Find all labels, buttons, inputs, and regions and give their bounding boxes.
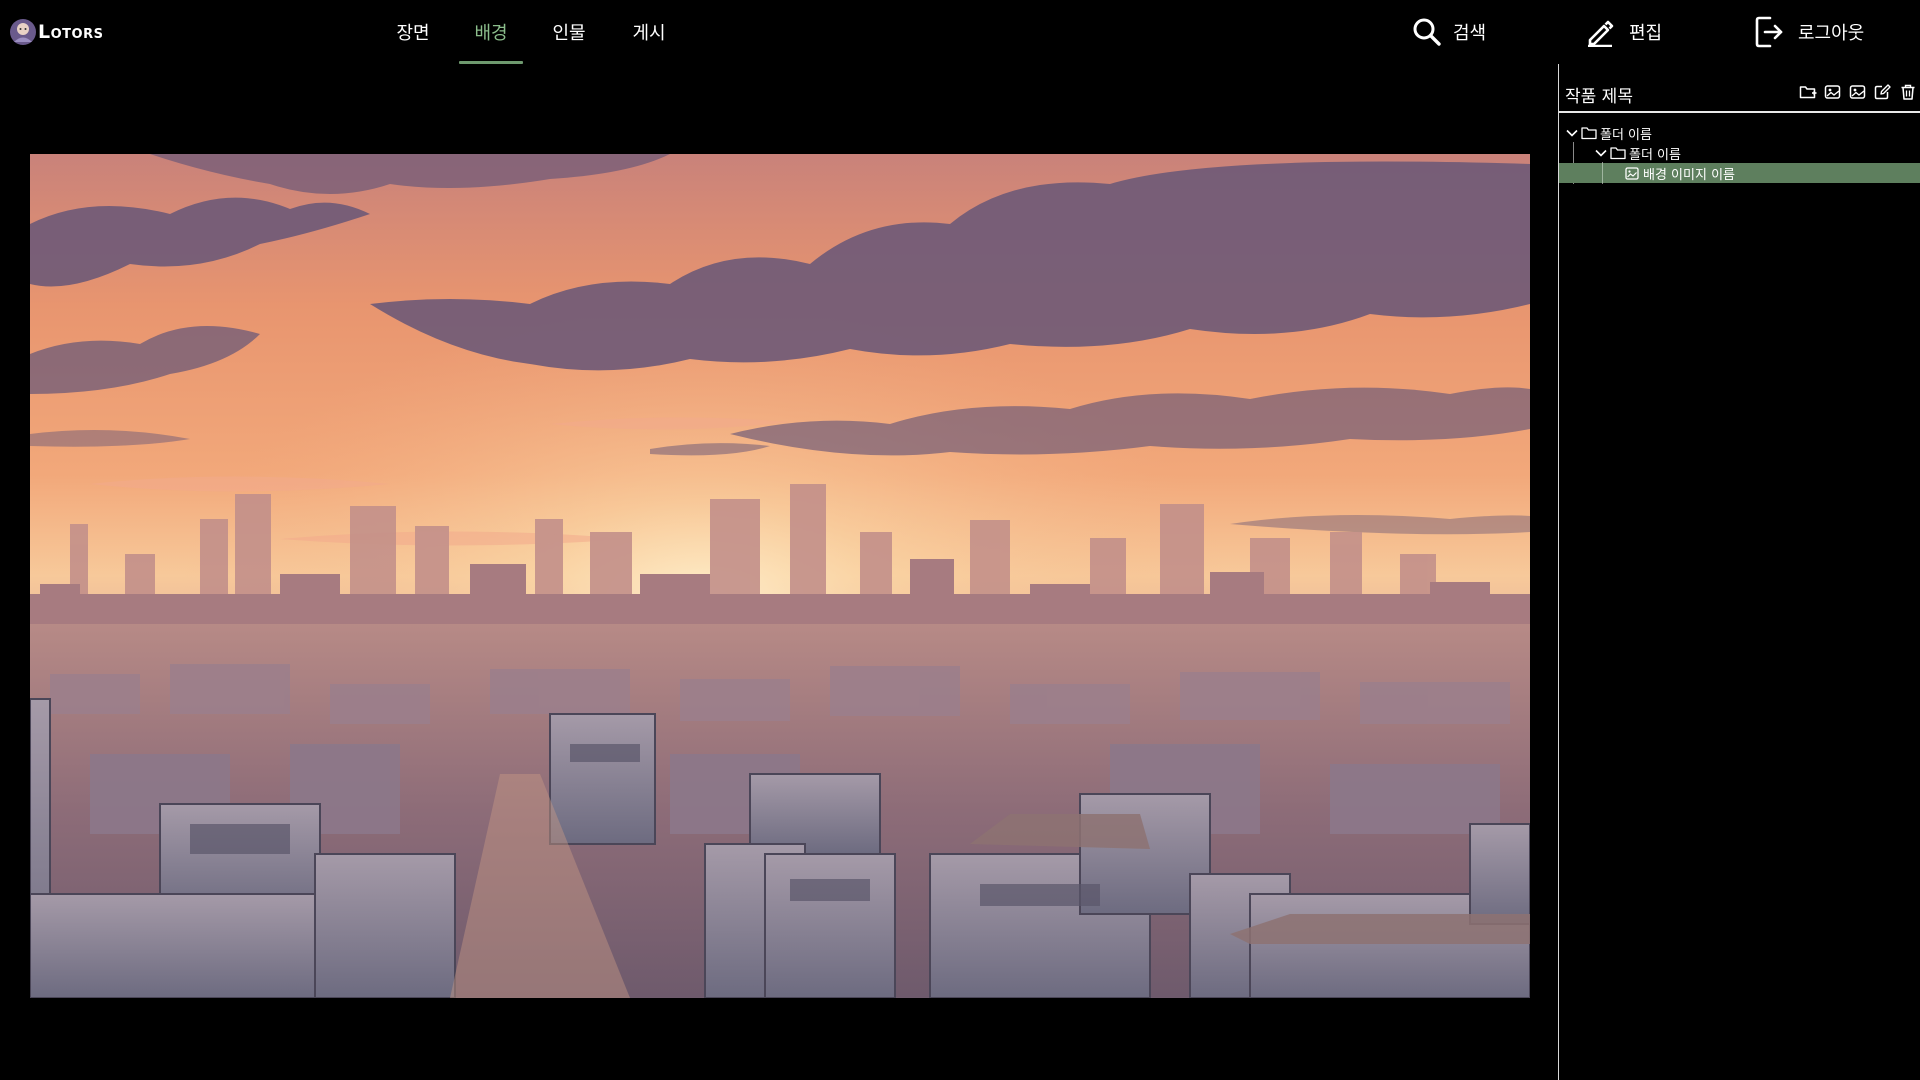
city-sunset-illustration xyxy=(30,154,1530,998)
replace-image-icon xyxy=(1849,85,1866,99)
app-logo[interactable]: Lotors xyxy=(9,17,103,47)
logout-label: 로그아웃 xyxy=(1798,23,1865,44)
add-image-icon xyxy=(1824,85,1841,99)
tree-folder-row[interactable]: 폴더 이름 xyxy=(1594,143,1920,163)
pencil-icon xyxy=(1588,20,1614,47)
search-icon xyxy=(1413,18,1441,46)
tab-label: 장면 xyxy=(396,23,430,44)
replace-image-button[interactable] xyxy=(1849,83,1867,101)
new-folder-icon xyxy=(1799,86,1817,99)
tree-folder-row[interactable]: 폴더 이름 xyxy=(1565,123,1920,143)
tree-item-label: 배경 이미지 이름 xyxy=(1643,167,1735,183)
tab-publish[interactable]: 게시 xyxy=(621,0,677,64)
tree-guide-line xyxy=(1602,163,1603,183)
panel-header: 작품 제목 xyxy=(1559,64,1920,113)
tab-backgrounds[interactable]: 배경 xyxy=(459,0,523,64)
tree-item-label: 폴더 이름 xyxy=(1600,127,1652,143)
search-label: 검색 xyxy=(1453,23,1487,44)
delete-button[interactable] xyxy=(1899,83,1917,101)
tab-scenes[interactable]: 장면 xyxy=(386,0,440,64)
folder-icon xyxy=(1610,147,1626,160)
project-title[interactable]: 작품 제목 xyxy=(1565,82,1633,107)
tree-image-row[interactable]: 배경 이미지 이름 xyxy=(1559,163,1920,183)
folder-icon xyxy=(1581,127,1597,140)
rename-button[interactable] xyxy=(1874,83,1892,101)
logout-icon xyxy=(1755,16,1783,48)
tree-item-label: 폴더 이름 xyxy=(1629,147,1681,163)
edit-button[interactable]: 편집 xyxy=(1585,0,1662,64)
add-image-button[interactable] xyxy=(1824,83,1842,101)
project-panel: 작품 제목 폴더 이름 폴더 이름 배경 이미지 이름 xyxy=(1558,64,1920,1080)
search-button[interactable]: 검색 xyxy=(1412,0,1486,64)
tab-label: 게시 xyxy=(632,23,666,44)
logo-mark-icon xyxy=(10,19,36,45)
rename-icon xyxy=(1874,84,1891,100)
chevron-down-icon xyxy=(1566,129,1578,137)
delete-icon xyxy=(1901,84,1915,100)
tab-label: 배경 xyxy=(474,23,508,44)
edit-label: 편집 xyxy=(1629,23,1663,44)
tab-characters[interactable]: 인물 xyxy=(541,0,597,64)
logo-text: Lotors xyxy=(38,21,104,43)
image-icon xyxy=(1625,166,1639,180)
logout-button[interactable]: 로그아웃 xyxy=(1754,0,1864,64)
active-tab-indicator xyxy=(459,61,523,64)
panel-actions xyxy=(1799,83,1917,101)
tab-label: 인물 xyxy=(552,23,586,44)
background-image-canvas[interactable] xyxy=(30,154,1530,998)
chevron-down-icon xyxy=(1595,149,1607,157)
new-folder-button[interactable] xyxy=(1799,83,1817,101)
top-bar: Lotors 장면 배경 인물 게시 검색 편집 로그아웃 xyxy=(0,0,1920,64)
